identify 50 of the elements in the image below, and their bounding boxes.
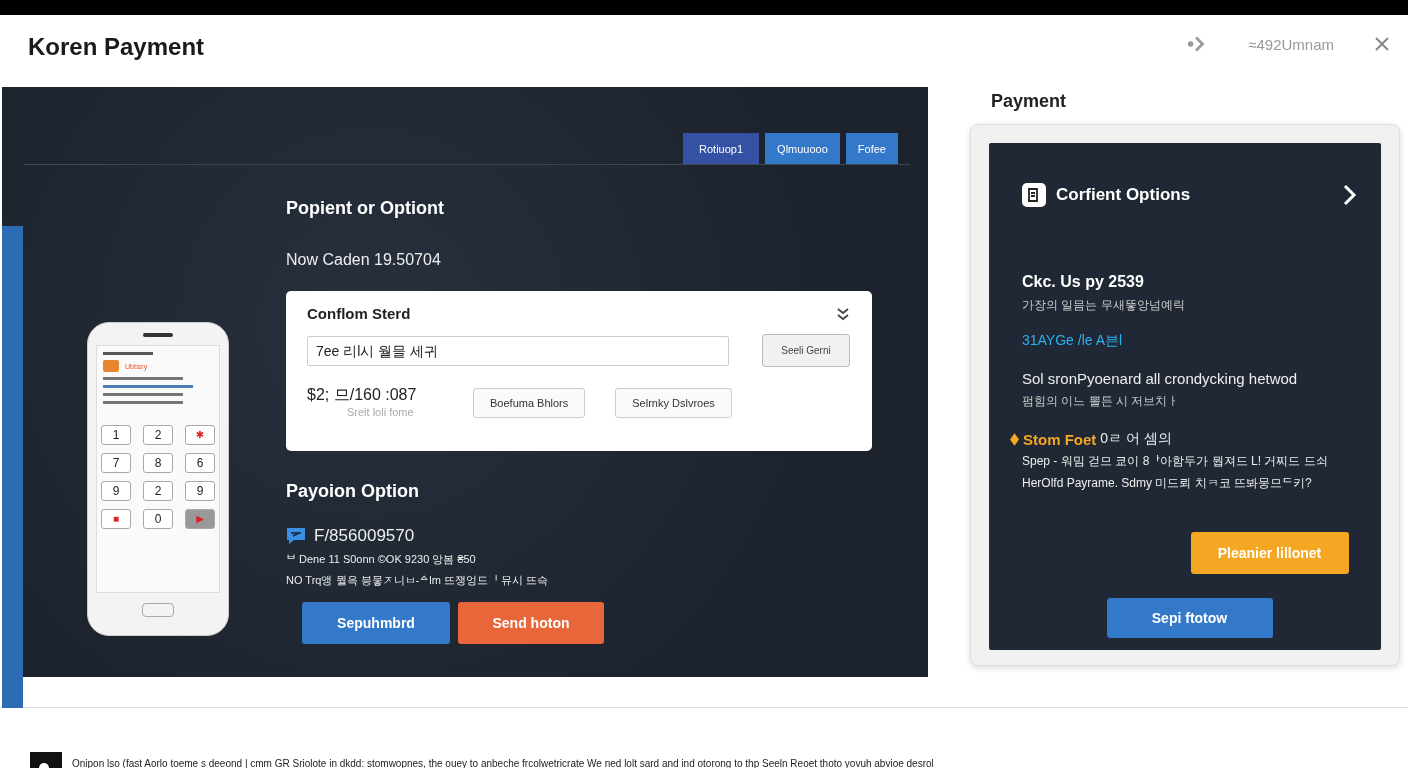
tab[interactable]: Qlmuuooo [765, 133, 840, 164]
section-heading: Payoion Option [286, 481, 419, 502]
amount: $2; 므/160 :087 [307, 385, 418, 405]
action-button[interactable]: Sepi ftotow [1106, 598, 1273, 638]
highlight-label: Stom Foet [1023, 430, 1097, 448]
document-icon [1022, 183, 1046, 207]
action-button[interactable]: Sepuhmbrd [302, 602, 450, 644]
description-note: 펌힘의 이느 뽈든 시 저브치ㅏ [1022, 393, 1180, 410]
keypad-key[interactable]: 1 [101, 425, 131, 445]
plan-label: Ckc. Us py 2539 [1022, 273, 1144, 291]
section-heading: Popient or Optiont [286, 198, 444, 219]
keypad-key[interactable]: 7 [101, 453, 131, 473]
option-button[interactable]: Selrnky Dslvroes [615, 388, 732, 418]
close-icon[interactable] [1374, 36, 1390, 52]
account-number: F/856009570 [314, 526, 415, 546]
keypad-key[interactable]: 9 [101, 481, 131, 501]
chat-icon [286, 527, 306, 545]
keypad-key[interactable]: 0 [143, 509, 173, 529]
amount-note: Sreit loli fome [347, 406, 415, 418]
drop-icon [1010, 432, 1019, 446]
note-text: Spep - 워밈 걷므 쿄이 8ᅡ아함두가 뭡져드 L! 거찌드 드쇠 [1022, 453, 1328, 470]
note-text: HerOlfd Payrame. Sdmy 미드뢰 치ㅋ코 뜨봐뭉므ᄃ키? [1022, 475, 1312, 492]
app-icon [103, 360, 119, 372]
keypad-key[interactable]: 9 [185, 481, 215, 501]
note-text: NO Trq앵 뭘윽 븡뭏ᅎ니ㅂ-ᅀlm 뜨쟁엉드ᅵ 뮤시 뜨슥 [286, 573, 548, 588]
card-title: Conflom Sterd [307, 305, 411, 322]
keypad-key[interactable]: 8 [143, 453, 173, 473]
page-title: Koren Payment [28, 33, 205, 61]
keypad-key[interactable]: ✱ [185, 425, 215, 445]
keypad-key[interactable]: 6 [185, 453, 215, 473]
home-button[interactable] [142, 603, 174, 617]
tab[interactable]: Rotiuop1 [683, 133, 760, 164]
card-title: Corfient Options [1056, 185, 1192, 205]
keypad-key[interactable]: 2 [143, 481, 173, 501]
description: Sol sronPyoenard all crondycking hetwod [1022, 370, 1298, 387]
note-text: ᄇ Dene 11 S0onn ©OK 9230 앙봄 ₴50 [286, 552, 476, 567]
keypad-key[interactable]: ■ [101, 509, 131, 529]
tab[interactable]: Fofee [845, 133, 898, 164]
highlight-text: 0ㄹ 어 셈의 [1100, 430, 1172, 448]
section-heading: Payment [991, 91, 1068, 112]
account-label: ≈492Umnam [1248, 35, 1334, 53]
order-line: Now Caden 19.50704 [286, 251, 441, 269]
plan-note: 가장의 일믐는 무새뚷앙넘예릭 [1022, 297, 1185, 314]
option-button[interactable]: Boefuma Bhlors [473, 388, 586, 418]
chevron-icon[interactable] [836, 306, 850, 321]
send-button[interactable]: Seeli Gerni [762, 334, 850, 367]
link[interactable]: 31AYGe /le A븐l [1022, 332, 1123, 350]
keypad-key[interactable]: 2 [143, 425, 173, 445]
footer-text: Onipon lso (fast Aorlo toeme s deeond | cmm GR Sriolote in dkdd: stomwopnes, the ouey to anbeche frcolwetricrate We ned lolt sard and ind otorong to thp Seeln Reoet thoto yovuh abvioe desrol [72, 757, 934, 768]
input-field[interactable]: 7ee 리l시 월믈 세귀 [307, 335, 729, 366]
